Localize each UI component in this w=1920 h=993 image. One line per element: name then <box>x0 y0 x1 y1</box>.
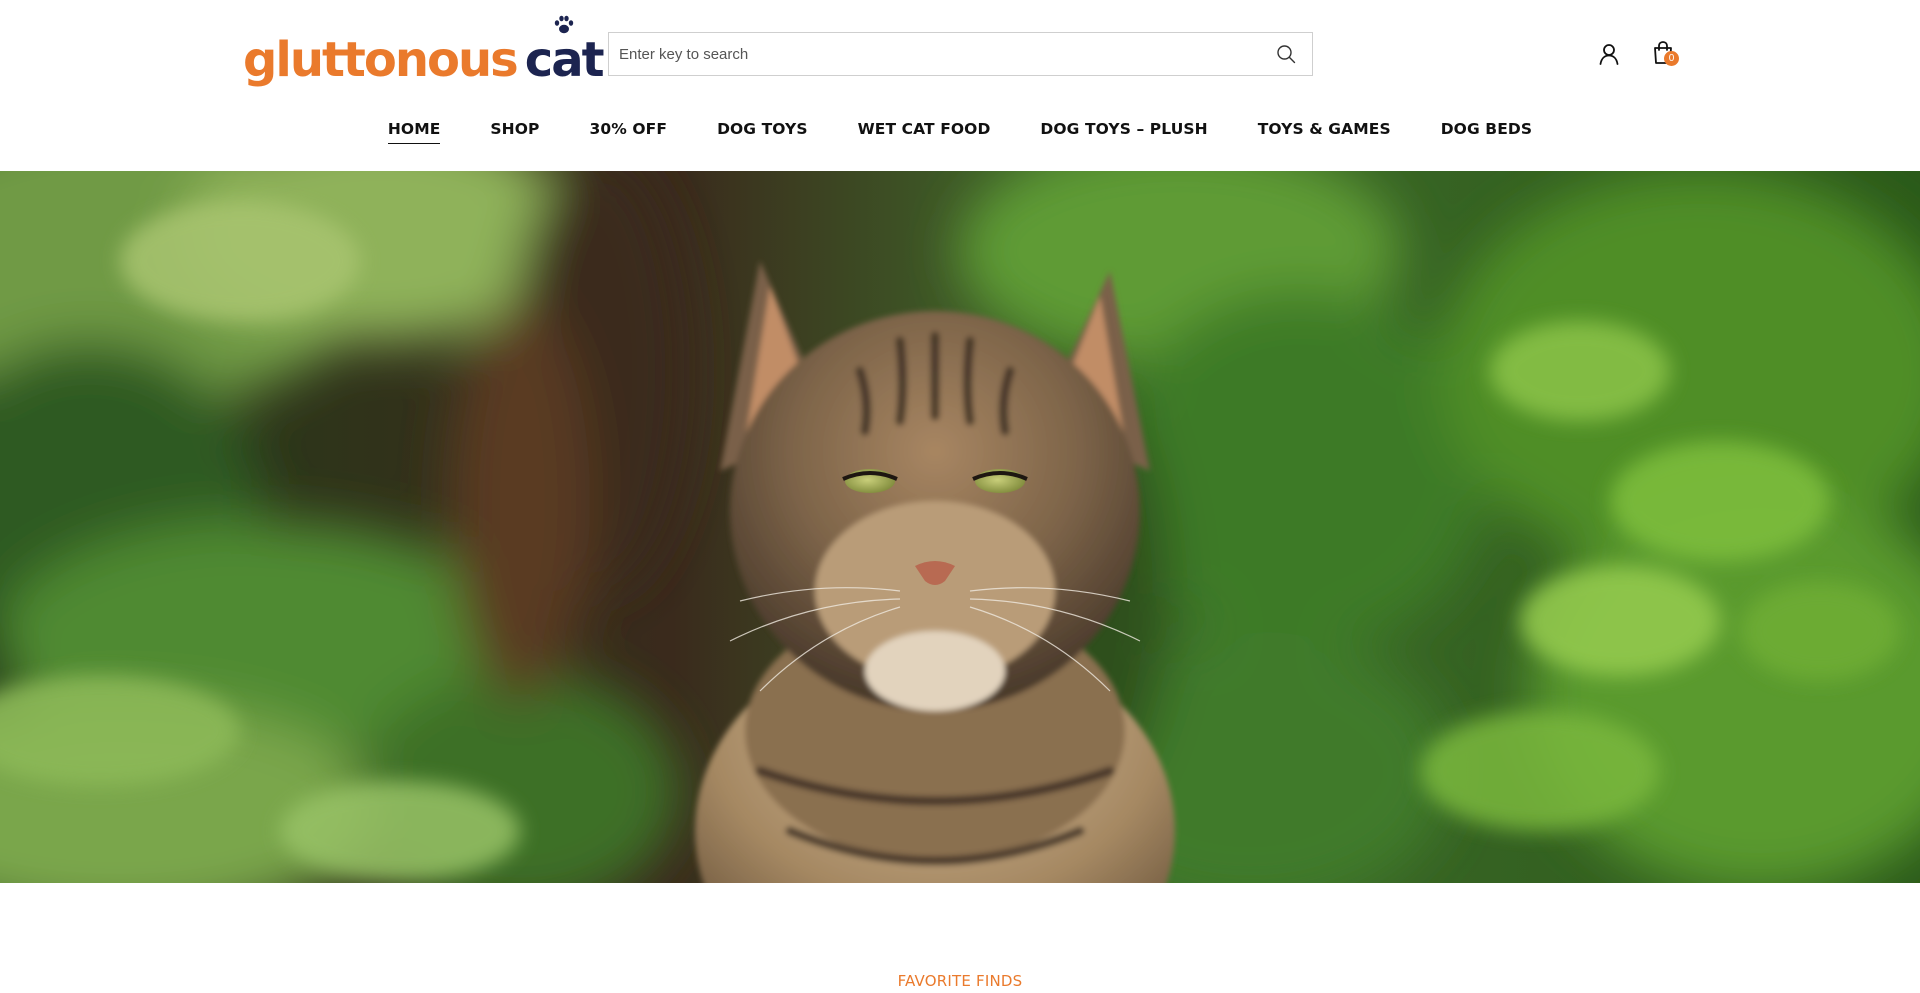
search-input[interactable] <box>609 33 1260 75</box>
nav-item-shop[interactable]: SHOP <box>490 120 539 142</box>
search-button[interactable] <box>1260 33 1312 75</box>
search-icon <box>1277 45 1296 64</box>
logo-text-cat: cat <box>525 15 605 84</box>
logo-text-cat-label: cat <box>524 32 605 88</box>
favorite-finds-heading: FAVORITE FINDS <box>897 972 1023 990</box>
hero-cat-image <box>0 171 1920 883</box>
site-header: gluttonous cat 0 HOMESHO <box>0 0 1920 171</box>
brand-logo[interactable]: gluttonous cat <box>243 15 605 88</box>
user-icon[interactable] <box>1597 42 1621 66</box>
hero-banner <box>0 171 1920 883</box>
search-bar <box>608 32 1313 76</box>
nav-item-toys-games[interactable]: TOYS & GAMES <box>1258 120 1391 142</box>
nav-list: HOME SHOP 30% OFF DOG TOYS WET CAT FOOD DOG T… <box>363 116 1557 146</box>
cart-count-badge: 0 <box>1664 51 1679 66</box>
logo-text-gluttonous: gluttonous <box>243 32 519 88</box>
main-navigation: HOME SHOP 30% OFF DOG TOYS WET CAT FOOD DOG T… <box>0 116 1920 146</box>
paw-icon <box>554 15 573 34</box>
nav-item-30-off[interactable]: 30% OFF <box>590 120 668 142</box>
nav-item-dog-toys[interactable]: DOG TOYS <box>717 120 808 142</box>
nav-item-wet-cat-food[interactable]: WET CAT FOOD <box>858 120 991 142</box>
nav-item-home[interactable]: HOME <box>387 120 441 144</box>
nav-item-dog-beds[interactable]: DOG BEDS <box>1441 120 1532 142</box>
nav-item-dog-toys-plush[interactable]: DOG TOYS – PLUSH <box>1040 120 1207 142</box>
